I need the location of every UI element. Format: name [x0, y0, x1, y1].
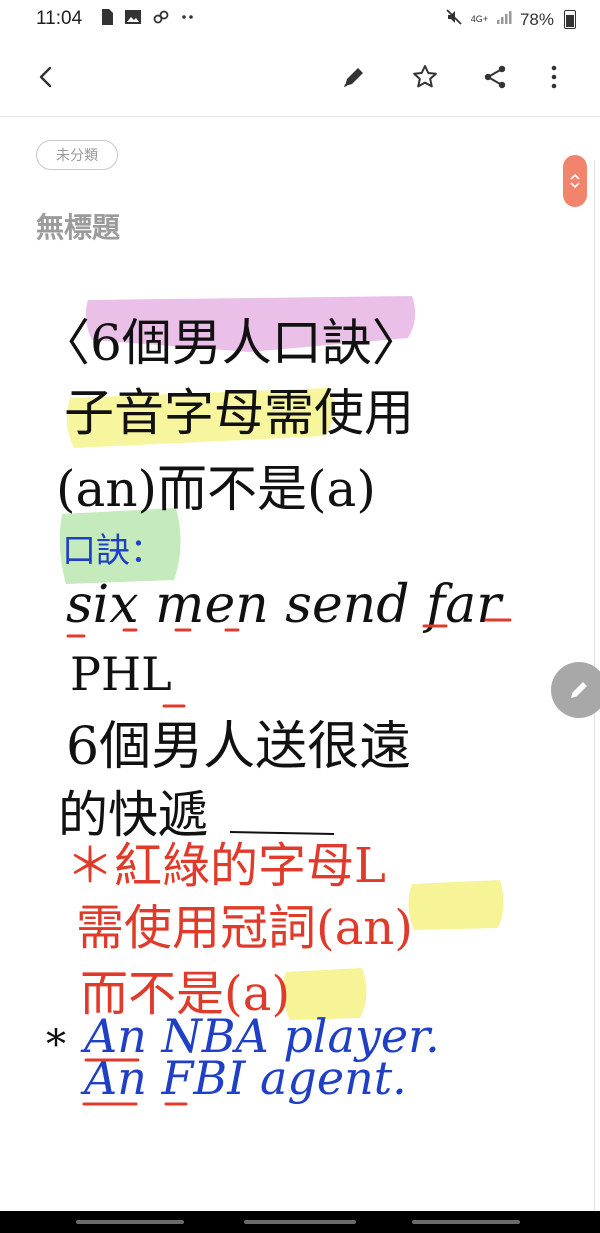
- handwriting-line-6: PHL: [70, 647, 172, 701]
- battery-percent: 78%: [519, 9, 554, 29]
- underline-express: [229, 831, 335, 835]
- handwriting-line-7: 6個男人送很遠: [66, 717, 411, 777]
- asterisk-mark: *: [46, 1022, 66, 1068]
- edit-button[interactable]: [326, 38, 382, 116]
- chevron-down-icon: [570, 182, 580, 189]
- mute-icon: [445, 8, 463, 31]
- more-dots-icon: [180, 8, 196, 31]
- handwriting-line-2: 子音字母需使用: [64, 384, 414, 442]
- toolbar-divider: [0, 116, 600, 117]
- nav-back[interactable]: [412, 1220, 520, 1224]
- edit-fab[interactable]: [551, 662, 600, 718]
- handwriting-line-4: 口訣：: [62, 531, 164, 571]
- category-chip[interactable]: 未分類: [36, 140, 118, 170]
- back-button[interactable]: [18, 38, 74, 116]
- handwriting-canvas[interactable]: 〈6個男人口訣〉 子音字母需使用 (an)而不是(a) 口訣： six men …: [0, 280, 600, 1140]
- sim-card-icon: [100, 8, 114, 31]
- handwriting-line-9: ＊紅綠的字母L: [66, 838, 386, 894]
- star-icon: [413, 65, 437, 88]
- share-icon: [484, 65, 506, 89]
- handwriting-line-3: (an)而不是(a): [56, 460, 376, 518]
- share-button[interactable]: [467, 38, 523, 116]
- nav-recents[interactable]: [76, 1220, 184, 1224]
- favorite-button[interactable]: [397, 38, 453, 116]
- note-toolbar: [0, 38, 600, 116]
- battery-icon: [564, 10, 576, 29]
- back-arrow-icon: [39, 66, 52, 88]
- status-time: 11:04: [36, 8, 83, 29]
- handwriting-line-8: 的快遞: [58, 786, 208, 844]
- chevron-up-icon: [570, 173, 580, 180]
- network-indicator: 4G+: [471, 15, 488, 24]
- pen-icon: [571, 682, 587, 698]
- more-options-button[interactable]: [526, 38, 582, 116]
- highlight-yellow-an: [408, 880, 504, 930]
- scroll-handle[interactable]: [563, 155, 587, 207]
- nav-home[interactable]: [244, 1220, 356, 1224]
- system-nav-bar: [0, 1211, 600, 1233]
- handwriting-line-1: 〈6個男人口訣〉: [40, 314, 422, 372]
- note-title[interactable]: 無標題: [36, 206, 120, 246]
- more-vert-icon: [551, 65, 557, 89]
- status-bar: 11:04 4G+ 78%: [0, 0, 600, 38]
- image-icon: [124, 8, 142, 31]
- network-label: 4G+: [470, 14, 488, 24]
- link-icon: [152, 8, 170, 31]
- signal-icon: [496, 9, 512, 30]
- status-right: 4G+ 78%: [445, 8, 576, 31]
- handwriting-line-10: 需使用冠詞(an): [76, 900, 413, 956]
- pen-icon: [344, 68, 363, 87]
- notification-icons: [100, 8, 196, 31]
